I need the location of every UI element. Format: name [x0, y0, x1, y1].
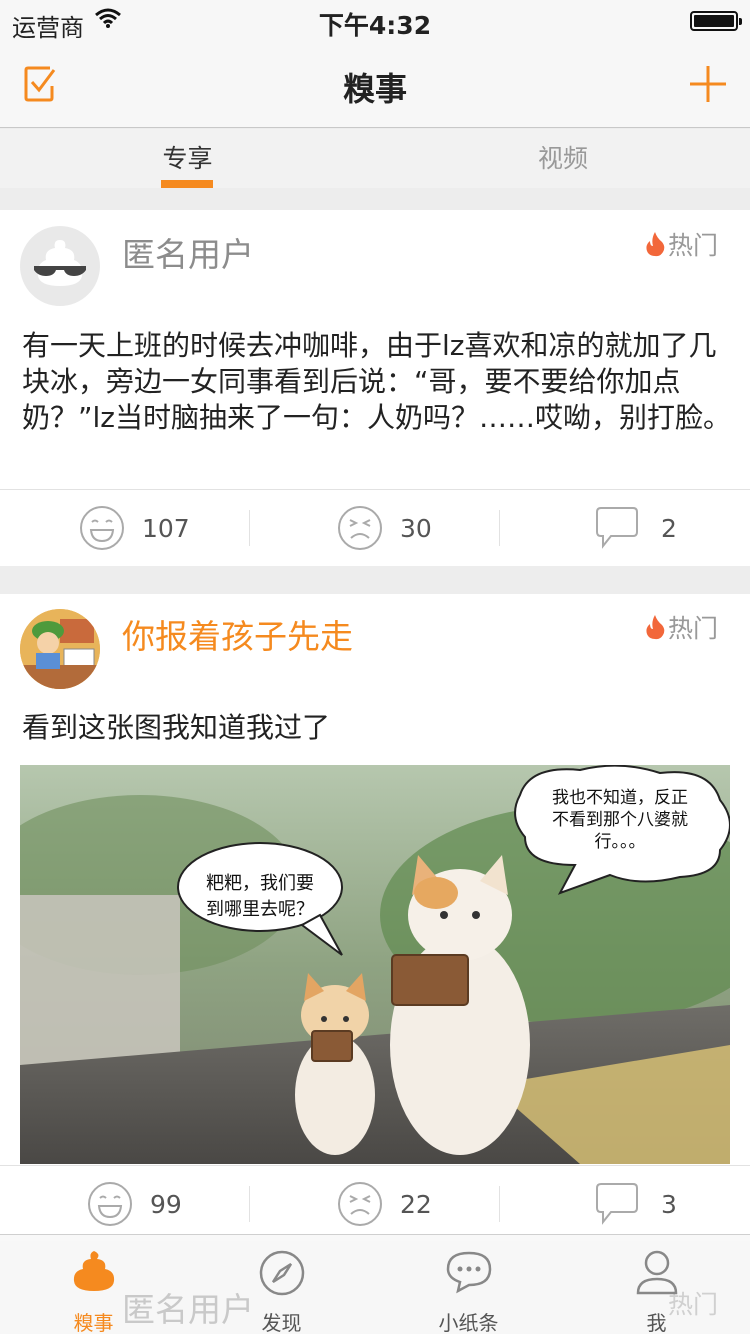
bubble-left-line: 粑粑，我们要	[206, 873, 314, 894]
like-button[interactable]: 99	[86, 1166, 182, 1242]
active-tab-indicator	[161, 180, 213, 188]
smile-icon	[80, 506, 124, 550]
comment-icon	[596, 1183, 638, 1225]
tab-exclusive-label: 专享	[162, 144, 213, 173]
plus-icon	[690, 66, 726, 102]
flame-icon	[646, 232, 665, 257]
comment-button[interactable]: 2	[593, 490, 677, 566]
tab-exclusive[interactable]: 专享	[0, 129, 375, 188]
hot-label: 热门	[667, 614, 718, 643]
status-bar: 运营商 下午4:32	[0, 0, 750, 42]
post-text: 有一天上班的时候去冲咖啡，由于lz喜欢和凉的就加了几块冰，旁边一女同事看到后说：…	[22, 329, 731, 434]
bubble-right-line: 我也不知道，反正	[552, 788, 688, 808]
bubble-right-line: 不看到那个八婆就	[552, 810, 688, 830]
post-image[interactable]: 粑粑，我们要 到哪里去呢？ 我也不知道，反正 不看到那个八婆就 行。。。	[20, 765, 730, 1164]
dislike-button[interactable]: 22	[336, 1166, 432, 1242]
smile-icon	[88, 1182, 132, 1226]
post-action-bar: 107 30 2	[0, 489, 750, 565]
divider	[499, 1186, 500, 1222]
nav-bar: 糗事	[0, 42, 750, 128]
post-text: 看到这张图我知道我过了	[22, 711, 331, 744]
person-icon	[636, 1250, 677, 1295]
battery-icon	[690, 11, 742, 31]
segment-tabs: 专享 视频	[0, 129, 750, 188]
chat-bubble-icon	[446, 1251, 491, 1294]
hot-badge: 热门	[644, 609, 718, 645]
anonymous-avatar[interactable]	[20, 226, 100, 306]
tab-qiushi[interactable]: 糗事	[0, 1235, 187, 1334]
tab-me[interactable]: 我	[563, 1235, 750, 1334]
bubble-left-line: 到哪里去呢？	[206, 899, 314, 920]
dislike-button[interactable]: 30	[336, 490, 432, 566]
bubble-right-line: 行。。。	[595, 832, 646, 852]
poop-icon	[73, 1251, 114, 1291]
comment-icon	[596, 507, 638, 549]
comment-count: 2	[661, 513, 677, 543]
divider	[249, 1186, 250, 1222]
tab-qiushi-label: 糗事	[73, 1311, 114, 1334]
like-count: 107	[142, 513, 190, 543]
tab-messages[interactable]: 小纸条	[375, 1235, 562, 1334]
compass-icon	[259, 1250, 304, 1296]
comment-button[interactable]: 3	[593, 1166, 677, 1242]
dislike-count: 22	[400, 1189, 432, 1219]
divider	[499, 510, 500, 546]
add-post-button[interactable]	[686, 62, 730, 106]
divider	[249, 510, 250, 546]
user-avatar[interactable]	[20, 609, 100, 689]
tab-video[interactable]: 视频	[375, 129, 750, 188]
flame-icon	[646, 615, 665, 640]
post-card[interactable]: 匿名用户 热门 有一天上班的时候去冲咖啡，由于lz喜欢和凉的就加了几块冰，旁边一…	[0, 210, 750, 566]
bottom-tab-bar: 匿名用户 热门 糗事 发现 小纸条 我	[0, 1234, 750, 1334]
like-button[interactable]: 107	[78, 490, 190, 566]
post-author[interactable]: 你报着孩子先走	[122, 610, 353, 658]
tab-discover-label: 发现	[261, 1311, 302, 1334]
frown-icon	[338, 506, 382, 550]
post-action-bar: 99 22 3	[0, 1165, 750, 1241]
dislike-count: 30	[400, 513, 432, 543]
comment-count: 3	[661, 1189, 677, 1219]
post-card[interactable]: 你报着孩子先走 热门 看到这张图我知道我过了 粑粑，我们要 到哪里去呢？ 我也不…	[0, 594, 750, 1241]
tab-me-label: 我	[646, 1311, 667, 1334]
frown-icon	[338, 1182, 382, 1226]
tab-discover[interactable]: 发现	[188, 1235, 375, 1334]
tab-video-label: 视频	[537, 144, 588, 173]
like-count: 99	[150, 1189, 182, 1219]
tab-messages-label: 小纸条	[438, 1311, 499, 1334]
page-title: 糗事	[342, 70, 407, 108]
post-author[interactable]: 匿名用户	[122, 228, 254, 276]
clock: 下午4:32	[318, 11, 432, 40]
hot-label: 热门	[667, 231, 718, 260]
hot-badge: 热门	[644, 226, 718, 262]
